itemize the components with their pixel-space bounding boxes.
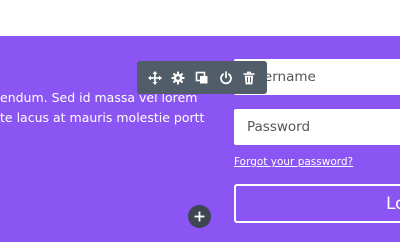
power-icon — [219, 70, 232, 84]
body-text: endum. Sed id massa vel lorem te lacus a… — [0, 88, 205, 128]
login-button-label: Login — [386, 193, 400, 214]
settings-button[interactable] — [168, 68, 188, 88]
password-placeholder: Password — [247, 119, 311, 135]
body-text-line-2: te lacus at mauris molestie porttitor. — [0, 110, 205, 125]
power-button[interactable] — [216, 68, 236, 88]
login-button[interactable]: Login — [234, 184, 400, 223]
move-button[interactable] — [145, 68, 165, 88]
move-icon — [147, 70, 162, 85]
settings-icon — [171, 71, 185, 84]
add-module-button[interactable] — [188, 205, 211, 228]
footer-strip — [0, 242, 400, 250]
duplicate-icon — [195, 71, 208, 83]
delete-button[interactable] — [239, 68, 259, 88]
forgot-password-link[interactable]: Forgot your password? — [234, 156, 353, 168]
trash-icon — [243, 71, 255, 84]
duplicate-button[interactable] — [192, 68, 212, 88]
header-strip — [0, 0, 400, 36]
plus-icon — [194, 211, 205, 222]
password-field[interactable]: Password — [234, 109, 400, 145]
module-toolbar — [137, 61, 267, 94]
